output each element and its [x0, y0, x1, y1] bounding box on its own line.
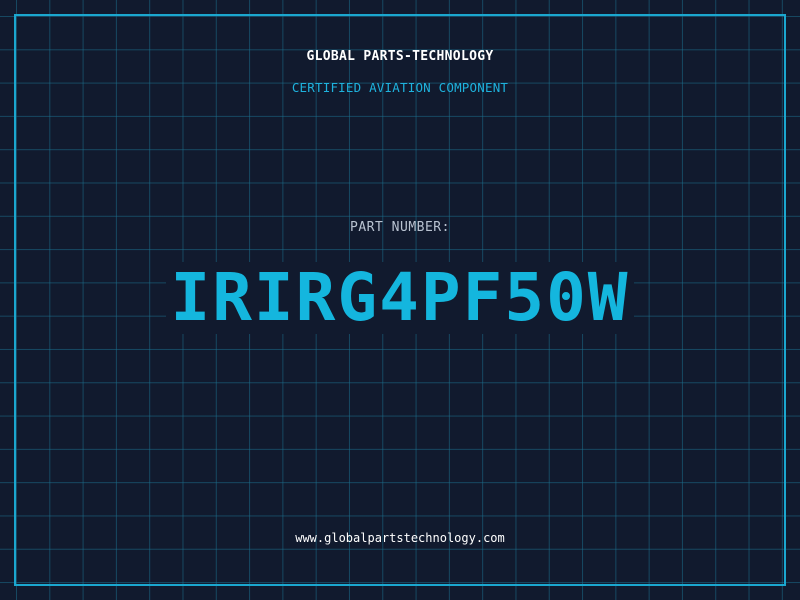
part-number-label: PART NUMBER:: [350, 220, 450, 235]
part-card: GLOBAL PARTS-TECHNOLOGY CERTIFIED AVIATI…: [0, 0, 800, 600]
brand-name: GLOBAL PARTS-TECHNOLOGY: [306, 49, 494, 64]
brand-tagline: CERTIFIED AVIATION COMPONENT: [291, 80, 509, 95]
part-number-container: IRIRG4PF50W: [0, 262, 800, 334]
website-url: www.globalpartstechnology.com: [295, 531, 505, 545]
part-number-value: IRIRG4PF50W: [166, 262, 634, 334]
